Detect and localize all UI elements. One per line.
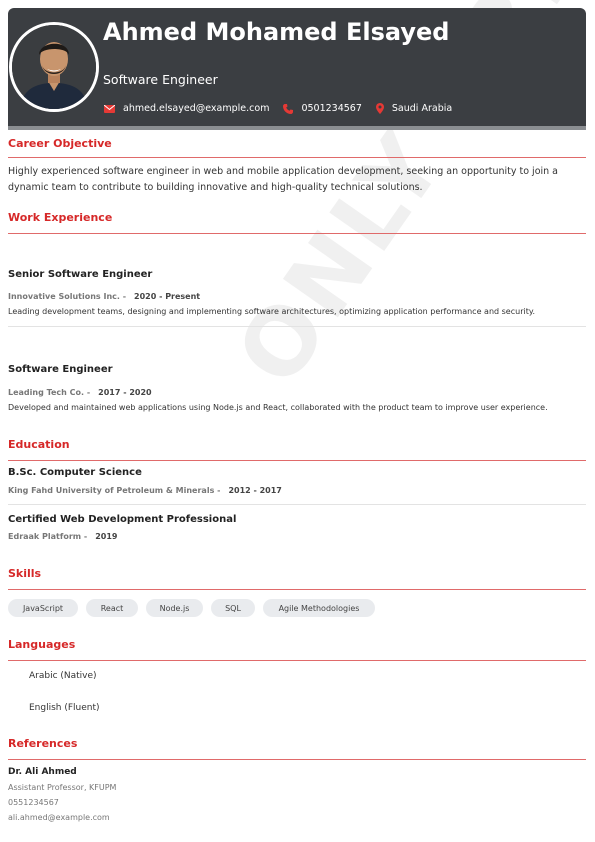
job-title: Senior Software Engineer — [8, 269, 153, 280]
header-divider — [8, 126, 586, 130]
reference-name: Dr. Ali Ahmed — [8, 767, 77, 777]
skill-chip: Node.js — [146, 599, 203, 617]
education-dates: 2019 — [95, 532, 118, 541]
job-dates: 2020 - Present — [134, 292, 201, 301]
objective-text: Highly experienced software engineer in … — [8, 166, 559, 193]
section-heading-experience: Work Experience — [8, 211, 113, 224]
reference-phone: 0551234567 — [8, 798, 59, 807]
education-meta: King Fahd University of Petroleum & Mine… — [8, 486, 282, 495]
education-meta: Edraak Platform - 2019 — [8, 532, 118, 541]
job-meta: Leading Tech Co. - 2017 - 2020 — [8, 388, 152, 397]
section-heading-objective: Career Objective — [8, 137, 112, 150]
phone-icon — [283, 103, 294, 114]
skill-chip: React — [86, 599, 138, 617]
location-text: Saudi Arabia — [391, 103, 453, 114]
job-company: Leading Tech Co. - — [8, 388, 91, 397]
job-title: Software Engineer — [8, 364, 113, 375]
envelope-icon — [104, 104, 115, 113]
skill-chip: Agile Methodologies — [263, 599, 375, 617]
item-divider — [8, 504, 586, 505]
item-divider — [8, 326, 586, 327]
job-company: Innovative Solutions Inc. - — [8, 292, 127, 301]
section-divider — [8, 660, 586, 661]
skills-list: JavaScript React Node.js SQL Agile Metho… — [8, 599, 383, 617]
section-divider — [8, 759, 586, 760]
education-institution: King Fahd University of Petroleum & Mine… — [8, 486, 221, 495]
candidate-name: Ahmed Mohamed Elsayed — [103, 18, 450, 46]
job-description: Leading development teams, designing and… — [8, 307, 535, 316]
contact-row: ahmed.elsayed@example.com 0501234567 Sau… — [104, 103, 466, 114]
profile-photo — [9, 22, 99, 112]
section-heading-skills: Skills — [8, 567, 42, 580]
phone-text: 0501234567 — [301, 103, 362, 114]
job-meta: Innovative Solutions Inc. - 2020 - Presen… — [8, 292, 200, 301]
section-heading-languages: Languages — [8, 638, 76, 651]
contact-phone[interactable]: 0501234567 — [283, 103, 362, 114]
job-description: Developed and maintained web application… — [8, 403, 548, 412]
section-heading-education: Education — [8, 438, 70, 451]
location-pin-icon — [375, 103, 384, 114]
job-dates: 2017 - 2020 — [98, 388, 152, 397]
section-divider — [8, 460, 586, 461]
section-divider — [8, 589, 586, 590]
skill-chip: SQL — [211, 599, 255, 617]
education-dates: 2012 - 2017 — [228, 486, 282, 495]
email-text: ahmed.elsayed@example.com — [123, 103, 270, 114]
reference-email[interactable]: ali.ahmed@example.com — [8, 813, 110, 822]
section-divider — [8, 233, 586, 234]
candidate-title: Software Engineer — [103, 72, 218, 87]
education-title: B.Sc. Computer Science — [8, 467, 142, 478]
language-item: Arabic (Native) — [29, 671, 97, 681]
section-heading-references: References — [8, 737, 78, 750]
reference-position: Assistant Professor, KFUPM — [8, 783, 117, 792]
language-item: English (Fluent) — [29, 703, 100, 713]
contact-location: Saudi Arabia — [375, 103, 453, 114]
contact-email[interactable]: ahmed.elsayed@example.com — [104, 103, 269, 114]
education-title: Certified Web Development Professional — [8, 514, 237, 525]
education-institution: Edraak Platform - — [8, 532, 88, 541]
section-divider — [8, 157, 586, 158]
skill-chip: JavaScript — [8, 599, 78, 617]
